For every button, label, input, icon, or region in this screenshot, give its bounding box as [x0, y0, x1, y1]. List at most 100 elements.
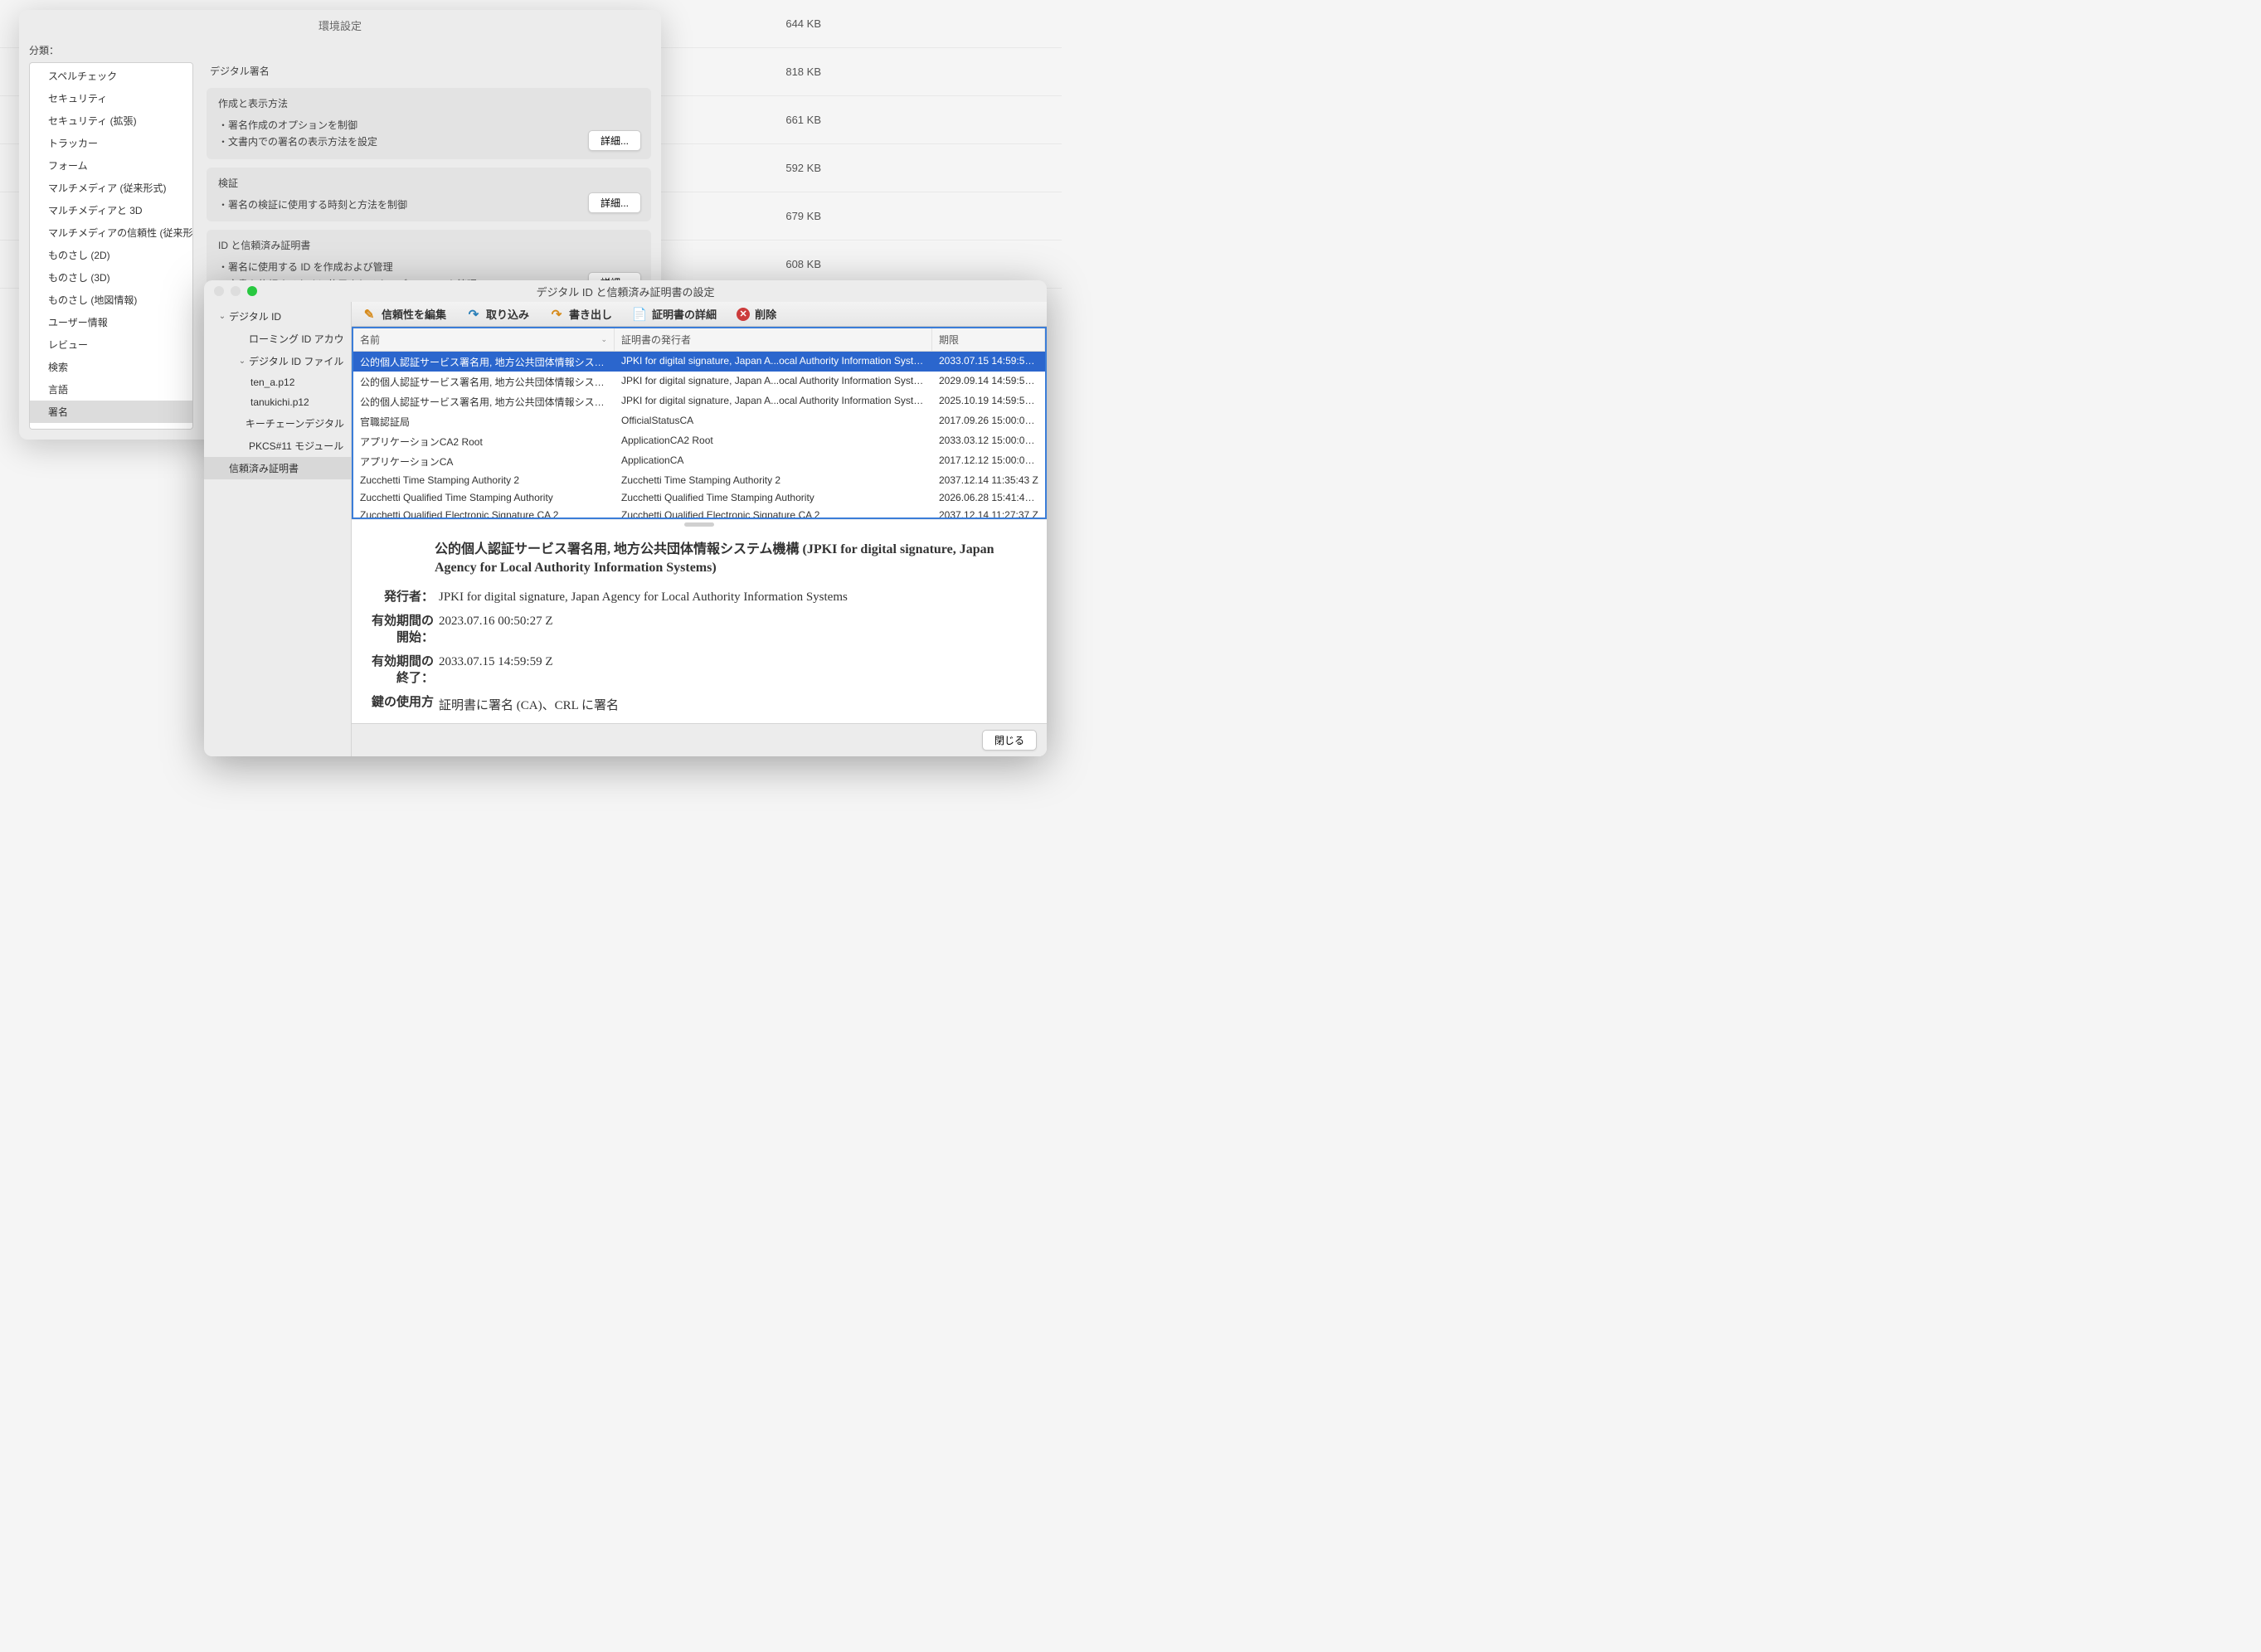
sidebar-item[interactable]: マルチメディアの信頼性 (従来形式) — [30, 221, 192, 244]
issuer-value: JPKI for digital signature, Japan Agency… — [439, 590, 1030, 606]
sidebar-item[interactable]: ユーザー情報 — [30, 311, 192, 333]
table-row[interactable]: 官職認証局OfficialStatusCA2017.09.26 15:00:00… — [353, 411, 1045, 431]
table-cell: OfficialStatusCA — [615, 415, 932, 429]
digital-id-window: デジタル ID と信頼済み証明書の設定 ⌄デジタル ID ローミング ID アカ… — [204, 280, 1047, 756]
sidebar-item[interactable]: セキュリティ (拡張) — [30, 109, 192, 132]
sidebar-item[interactable]: 言語 — [30, 378, 192, 401]
valid-to-label: 有効期間の終了： — [360, 654, 439, 687]
section-title: デジタル署名 — [207, 62, 651, 80]
tree-item[interactable]: 信頼済み証明書 — [204, 457, 351, 479]
table-row[interactable]: アプリケーションCAApplicationCA2017.12.12 15:00:… — [353, 451, 1045, 471]
table-row[interactable]: Zucchetti Time Stamping Authority 2Zucch… — [353, 471, 1045, 488]
sidebar-item[interactable]: 署名 — [30, 401, 192, 423]
chevron-down-icon: ⌄ — [216, 312, 229, 321]
tree-item[interactable]: キーチェーンデジタル — [204, 412, 351, 435]
detail-title: 公的個人認証サービス署名用, 地方公共団体情報システム機構 (JPKI for … — [435, 541, 1030, 578]
key-usage-label: 鍵の使用方 — [360, 695, 439, 713]
valid-from-value: 2023.07.16 00:50:27 Z — [439, 614, 1030, 646]
table-cell: ApplicationCA — [615, 454, 932, 469]
table-cell: 2026.06.28 15:41:42 Z — [932, 492, 1045, 503]
window-title: デジタル ID と信頼済み証明書の設定 — [204, 284, 1047, 299]
table-row[interactable]: アプリケーションCA2 RootApplicationCA2 Root2033.… — [353, 431, 1045, 451]
table-row[interactable]: Zucchetti Qualified Electronic Signature… — [353, 506, 1045, 517]
valid-from-label: 有効期間の開始： — [360, 614, 439, 646]
tree-item[interactable]: ten_a.p12 — [204, 372, 351, 392]
sidebar-item[interactable]: ものさし (地図情報) — [30, 289, 192, 311]
details-button[interactable]: 詳細... — [588, 192, 641, 213]
sidebar-item[interactable]: 検索 — [30, 356, 192, 378]
table-row[interactable]: Zucchetti Qualified Time Stamping Author… — [353, 488, 1045, 506]
section-sub: ID と信頼済み証明書 — [218, 238, 639, 252]
sidebar-item[interactable]: マルチメディアと 3D — [30, 199, 192, 221]
category-label: 分類： — [19, 40, 661, 62]
sidebar-item[interactable]: ものさし (2D) — [30, 244, 192, 266]
section-sub: 作成と表示方法 — [218, 96, 639, 110]
table-row[interactable]: 公的個人認証サービス署名用, 地方公共団体情報システム機構JPKI for di… — [353, 352, 1045, 372]
table-cell: JPKI for digital signature, Japan A...oc… — [615, 395, 932, 409]
bullet: ・署名の検証に使用する時刻と方法を制御 — [218, 197, 639, 213]
preferences-sidebar[interactable]: スペルチェックセキュリティセキュリティ (拡張)トラッカーフォームマルチメディア… — [29, 62, 193, 430]
table-cell: 官職認証局 — [353, 415, 615, 429]
import-button[interactable]: ↶取り込み — [466, 306, 529, 322]
sidebar-item[interactable]: セキュリティ — [30, 87, 192, 109]
column-issuer[interactable]: 証明書の発行者 — [615, 328, 932, 351]
section-sub: 検証 — [218, 176, 639, 190]
window-title: 環境設定 — [19, 10, 661, 40]
sidebar-item[interactable]: フォーム — [30, 154, 192, 177]
sidebar-item[interactable]: 信頼性管理マネージャー — [30, 423, 192, 430]
tree-item[interactable]: ⌄デジタル ID — [204, 305, 351, 328]
sidebar-item[interactable]: スペルチェック — [30, 65, 192, 87]
column-name[interactable]: 名前⌄ — [353, 328, 615, 351]
close-button[interactable]: 閉じる — [982, 730, 1037, 751]
table-cell: 2025.10.19 14:59:59 Z — [932, 395, 1045, 409]
table-row[interactable]: 公的個人認証サービス署名用, 地方公共団体情報システム機構JPKI for di… — [353, 372, 1045, 391]
section-creation: 作成と表示方法 ・署名作成のオプションを制御 ・文書内での署名の表示方法を設定 … — [207, 88, 651, 159]
tree-item[interactable]: PKCS#11 モジュール — [204, 435, 351, 457]
table-cell: 公的個人認証サービス署名用, 地方公共団体情報システム機構 — [353, 355, 615, 369]
export-icon: ↷ — [549, 307, 564, 322]
section-verification: 検証 ・署名の検証に使用する時刻と方法を制御 詳細... — [207, 168, 651, 221]
table-cell: 2037.12.14 11:27:37 Z — [932, 509, 1045, 518]
tree-item[interactable]: tanukichi.p12 — [204, 392, 351, 412]
details-button[interactable]: 詳細... — [588, 130, 641, 151]
certificate-icon: 📄 — [632, 307, 647, 322]
tree-item[interactable]: ローミング ID アカウ — [204, 328, 351, 350]
bullet: ・署名作成のオプションを制御 — [218, 117, 639, 134]
table-cell: Zucchetti Time Stamping Authority 2 — [353, 474, 615, 486]
table-cell: 2037.12.14 11:35:43 Z — [932, 474, 1045, 486]
table-cell: Zucchetti Qualified Electronic Signature… — [615, 509, 932, 518]
id-sidebar-tree[interactable]: ⌄デジタル ID ローミング ID アカウ⌄デジタル ID ファイルten_a.… — [204, 302, 352, 756]
tree-item[interactable]: ⌄デジタル ID ファイル — [204, 350, 351, 372]
sidebar-item[interactable]: トラッカー — [30, 132, 192, 154]
table-cell: 公的個人認証サービス署名用, 地方公共団体情報システム機構 — [353, 395, 615, 409]
titlebar: デジタル ID と信頼済み証明書の設定 — [204, 280, 1047, 302]
column-expires[interactable]: 期限 — [932, 328, 1045, 351]
edit-trust-button[interactable]: ✎信頼性を編集 — [362, 306, 446, 322]
table-cell: アプリケーションCA2 Root — [353, 435, 615, 449]
table-cell: Zucchetti Qualified Time Stamping Author… — [615, 492, 932, 503]
footer: 閉じる — [352, 723, 1047, 756]
table-cell: JPKI for digital signature, Japan A...oc… — [615, 375, 932, 389]
table-cell: ApplicationCA2 Root — [615, 435, 932, 449]
delete-button[interactable]: ✕削除 — [737, 306, 776, 322]
sidebar-item[interactable]: ものさし (3D) — [30, 266, 192, 289]
table-cell: アプリケーションCA — [353, 454, 615, 469]
table-cell: Zucchetti Qualified Electronic Signature… — [353, 509, 615, 518]
table-cell: 2033.07.15 14:59:59 Z — [932, 355, 1045, 369]
cert-details-button[interactable]: 📄証明書の詳細 — [632, 306, 717, 322]
bullet: ・文書内での署名の表示方法を設定 — [218, 134, 639, 150]
table-cell: Zucchetti Time Stamping Authority 2 — [615, 474, 932, 486]
delete-icon: ✕ — [737, 308, 750, 321]
table-cell: 公的個人認証サービス署名用, 地方公共団体情報システム機構 — [353, 375, 615, 389]
sidebar-item[interactable]: マルチメディア (従来形式) — [30, 177, 192, 199]
valid-to-value: 2033.07.15 14:59:59 Z — [439, 654, 1030, 687]
certificate-detail-pane: 公的個人認証サービス署名用, 地方公共団体情報システム機構 (JPKI for … — [352, 529, 1047, 723]
table-body[interactable]: 公的個人認証サービス署名用, 地方公共団体情報システム機構JPKI for di… — [353, 352, 1045, 517]
bullet: ・署名に使用する ID を作成および管理 — [218, 259, 639, 275]
issuer-label: 発行者： — [360, 590, 439, 606]
export-button[interactable]: ↷書き出し — [549, 306, 612, 322]
table-row[interactable]: 公的個人認証サービス署名用, 地方公共団体情報システム機構JPKI for di… — [353, 391, 1045, 411]
table-cell: 2017.12.12 15:00:00 Z — [932, 454, 1045, 469]
split-handle[interactable] — [352, 519, 1047, 529]
sidebar-item[interactable]: レビュー — [30, 333, 192, 356]
